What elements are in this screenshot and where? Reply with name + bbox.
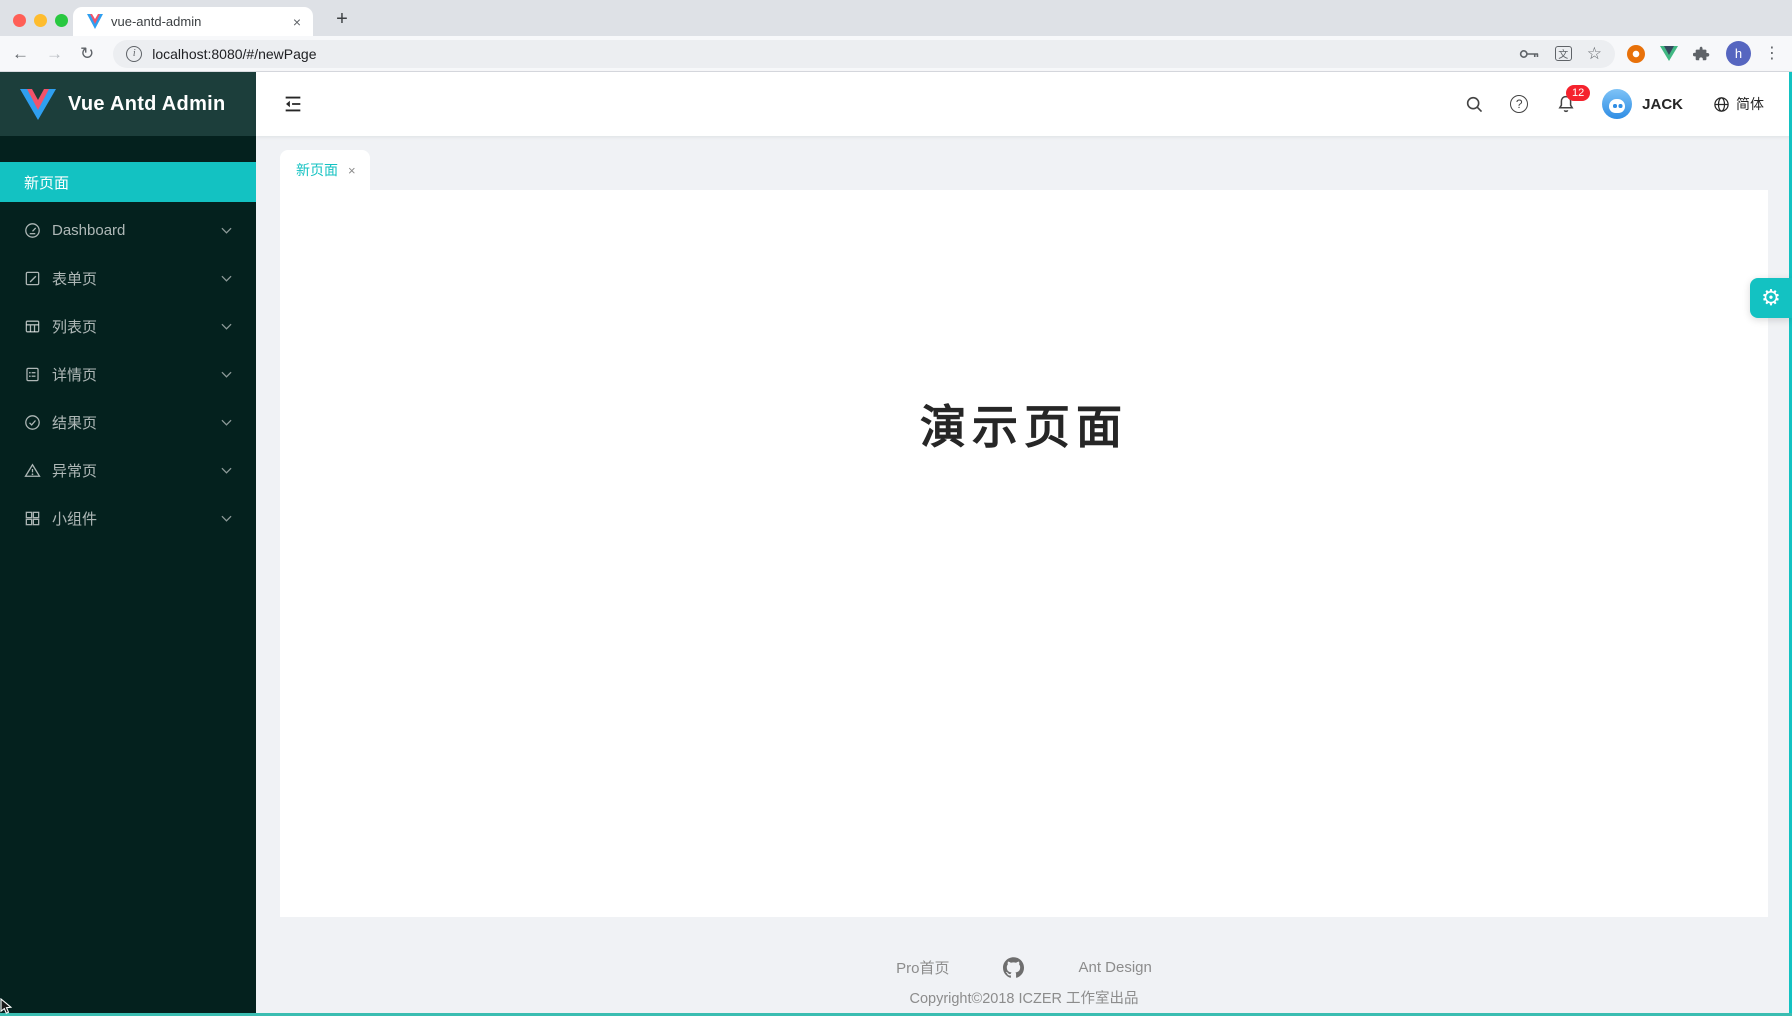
- chevron-down-icon: [221, 467, 232, 474]
- language-switcher[interactable]: 简体: [1713, 94, 1764, 114]
- table-icon: [24, 318, 41, 335]
- browser-profile-avatar[interactable]: h: [1726, 41, 1751, 66]
- dashboard-icon: [24, 222, 41, 239]
- check-circle-icon: [24, 414, 41, 431]
- browser-tab-strip: vue-antd-admin × +: [0, 0, 1792, 36]
- username[interactable]: JACK: [1642, 96, 1683, 113]
- help-icon[interactable]: ?: [1510, 95, 1528, 113]
- page-tab-active[interactable]: 新页面 ×: [280, 150, 370, 190]
- app-header: ? 12 JACK 简体: [256, 72, 1792, 136]
- chevron-down-icon: [221, 227, 232, 234]
- gear-icon: ⚙: [1761, 287, 1781, 309]
- chevron-down-icon: [221, 323, 232, 330]
- sidebar-item-form[interactable]: 表单页: [0, 258, 256, 298]
- chevron-down-icon: [221, 515, 232, 522]
- new-tab-button[interactable]: +: [328, 5, 356, 33]
- github-icon[interactable]: [1003, 957, 1024, 978]
- content-card: 演示页面: [280, 190, 1768, 917]
- browser-window: vue-antd-admin × + ← → ↻ i localhost:808…: [0, 0, 1792, 1016]
- sidebar-item-label: 列表页: [52, 316, 97, 337]
- footer-link-pro-home[interactable]: Pro首页: [896, 957, 949, 978]
- vue-devtools-icon[interactable]: [1660, 46, 1678, 61]
- url-text[interactable]: localhost:8080/#/newPage: [152, 46, 1504, 62]
- tab-close-icon[interactable]: ×: [291, 14, 303, 30]
- minimize-window-button[interactable]: [34, 14, 47, 27]
- settings-drawer-button[interactable]: ⚙: [1750, 278, 1792, 318]
- page-title: 演示页面: [280, 190, 1768, 455]
- sidebar-item-label: 新页面: [24, 172, 69, 193]
- vue-logo-icon: [20, 89, 56, 120]
- app-root: Vue Antd Admin 新页面 Dashboard 表单页: [0, 72, 1792, 1016]
- notification-bell[interactable]: 12: [1556, 94, 1576, 114]
- vue-favicon: [86, 14, 103, 29]
- main-area: ? 12 JACK 简体 新页面 ×: [256, 72, 1792, 1016]
- page-tab-label: 新页面: [296, 160, 338, 180]
- chevron-down-icon: [221, 419, 232, 426]
- browser-toolbar: ← → ↻ i localhost:8080/#/newPage 文 ☆ h ⋮: [0, 36, 1792, 72]
- url-bar[interactable]: i localhost:8080/#/newPage 文 ☆: [113, 40, 1615, 68]
- mouse-cursor: [0, 998, 13, 1015]
- search-icon[interactable]: [1465, 95, 1484, 114]
- browser-tab-title: vue-antd-admin: [111, 14, 291, 29]
- menu-fold-icon[interactable]: [282, 93, 304, 115]
- globe-icon: [1713, 96, 1730, 113]
- page-tab-close-icon[interactable]: ×: [348, 163, 356, 178]
- sidebar-item-label: 表单页: [52, 268, 97, 289]
- sidebar-item-dashboard[interactable]: Dashboard: [0, 210, 256, 250]
- footer: Pro首页 Ant Design Copyright©2018 ICZER 工作…: [256, 917, 1792, 1008]
- traffic-lights: [13, 14, 68, 27]
- site-info-icon[interactable]: i: [126, 46, 142, 62]
- zoom-window-button[interactable]: [55, 14, 68, 27]
- chevron-down-icon: [221, 371, 232, 378]
- language-label: 简体: [1736, 94, 1764, 114]
- footer-link-ant-design[interactable]: Ant Design: [1078, 959, 1151, 976]
- browser-menu-icon[interactable]: ⋮: [1764, 46, 1780, 62]
- user-avatar[interactable]: [1602, 89, 1632, 119]
- back-icon[interactable]: ←: [12, 45, 29, 62]
- password-key-icon[interactable]: [1519, 48, 1540, 60]
- sidebar-item-label: 小组件: [52, 508, 97, 529]
- sidebar-item-list[interactable]: 列表页: [0, 306, 256, 346]
- extensions-row: h: [1627, 41, 1751, 66]
- browser-tab[interactable]: vue-antd-admin ×: [73, 7, 313, 36]
- translate-icon[interactable]: 文: [1555, 46, 1572, 61]
- sidebar-item-new-page[interactable]: 新页面: [0, 162, 256, 202]
- warning-triangle-icon: [24, 462, 41, 479]
- profile-icon: [24, 366, 41, 383]
- sidebar-item-exception[interactable]: 异常页: [0, 450, 256, 490]
- page-tabs-bar: 新页面 ×: [256, 136, 1792, 190]
- footer-links: Pro首页 Ant Design: [256, 957, 1792, 978]
- close-window-button[interactable]: [13, 14, 26, 27]
- extension-orange-icon[interactable]: [1627, 45, 1645, 63]
- sidebar-item-label: 结果页: [52, 412, 97, 433]
- app-logo[interactable]: Vue Antd Admin: [0, 72, 256, 136]
- widgets-icon: [24, 510, 41, 527]
- chevron-down-icon: [221, 275, 232, 282]
- sidebar-item-widgets[interactable]: 小组件: [0, 498, 256, 538]
- sidebar-item-label: 异常页: [52, 460, 97, 481]
- sidebar-item-label: Dashboard: [52, 222, 125, 239]
- app-title: Vue Antd Admin: [68, 93, 226, 116]
- copyright: Copyright©2018 ICZER 工作室出品: [256, 987, 1792, 1008]
- sidebar: Vue Antd Admin 新页面 Dashboard 表单页: [0, 72, 256, 1016]
- extensions-puzzle-icon[interactable]: [1693, 45, 1711, 63]
- header-actions: ? 12 JACK 简体: [1465, 89, 1764, 119]
- sidebar-item-detail[interactable]: 详情页: [0, 354, 256, 394]
- sidebar-menu: 新页面 Dashboard 表单页 列表页: [0, 136, 256, 546]
- forward-icon[interactable]: →: [46, 45, 63, 62]
- sidebar-item-result[interactable]: 结果页: [0, 402, 256, 442]
- sidebar-item-label: 详情页: [52, 364, 97, 385]
- notification-badge: 12: [1566, 85, 1590, 101]
- form-icon: [24, 270, 41, 287]
- reload-icon[interactable]: ↻: [80, 45, 94, 62]
- bookmark-star-icon[interactable]: ☆: [1587, 45, 1602, 62]
